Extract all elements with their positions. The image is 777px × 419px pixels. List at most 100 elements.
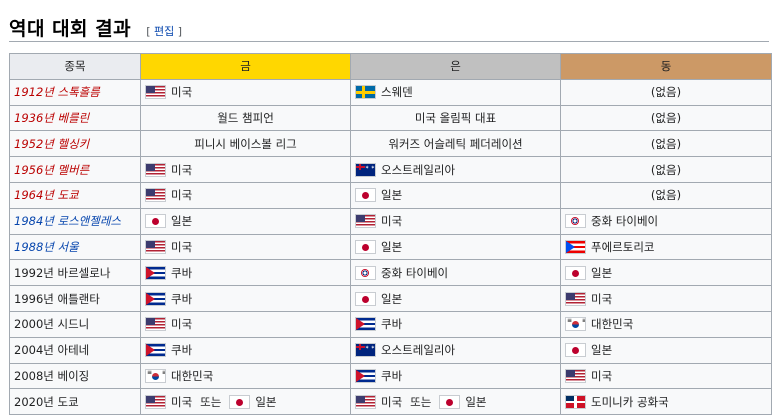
result-text: 워커즈 어슬레틱 페더레이션	[388, 136, 523, 151]
country-link[interactable]: 쿠바	[381, 369, 402, 383]
country-link[interactable]: 일본	[171, 214, 192, 228]
silver-cell: 중화 타이베이	[350, 259, 561, 287]
table-row: 1952년 헬싱키 피니시 베이스볼 리그 워커즈 어슬레틱 페더레이션 (없음)	[9, 130, 772, 158]
country-link[interactable]: 미국	[171, 395, 192, 409]
cuba-flag-icon	[145, 265, 166, 280]
bronze-cell: 대한민국	[560, 310, 772, 338]
bronze-cell: (없음)	[560, 104, 772, 132]
australia-flag-icon	[355, 343, 376, 358]
country-link[interactable]: 대한민국	[591, 317, 633, 331]
column-header-bronze[interactable]: 동	[560, 53, 772, 80]
gold-cell: 미국 또는 일본	[140, 388, 351, 416]
bronze-cell: (없음)	[560, 78, 772, 106]
event-cell: 1956년 멜버른	[9, 156, 141, 183]
event-cell: 2020년 도쿄	[9, 388, 141, 416]
country-link[interactable]: 푸에르토리코	[591, 240, 654, 254]
country-link[interactable]: 미국	[381, 214, 402, 228]
usa-flag-icon	[145, 188, 166, 203]
column-header-silver[interactable]: 은	[350, 53, 561, 80]
event-text: 2000년 시드니	[14, 317, 90, 332]
silver-cell: 미국	[350, 207, 561, 235]
event-cell: 2008년 베이징	[9, 362, 141, 390]
silver-cell: 쿠바	[350, 362, 561, 390]
usa-flag-icon	[565, 291, 586, 306]
country-link[interactable]: 일본	[591, 266, 612, 280]
silver-cell: 일본	[350, 233, 561, 261]
silver-cell: 오스트레일리아	[350, 156, 561, 183]
silver-cell: 일본	[350, 181, 561, 209]
event-cell: 2000년 시드니	[9, 310, 141, 338]
country-link[interactable]: 미국	[591, 292, 612, 306]
event-link[interactable]: 1952년 헬싱키	[14, 137, 89, 151]
column-header-gold[interactable]: 금	[140, 53, 351, 80]
country-link[interactable]: 미국	[171, 317, 192, 331]
silver-cell: 스웨덴	[350, 78, 561, 106]
country-link[interactable]: 미국	[171, 85, 192, 99]
country-link[interactable]: 도미니카 공화국	[591, 395, 669, 409]
event-cell: 1952년 헬싱키	[9, 130, 141, 158]
event-link[interactable]: 1936년 베를린	[14, 111, 89, 125]
silver-cell: 워커즈 어슬레틱 페더레이션	[350, 130, 561, 158]
country-link[interactable]: 일본	[465, 395, 486, 409]
event-cell: 2004년 아테네	[9, 336, 141, 364]
event-link[interactable]: 1984년 로스앤젤레스	[14, 214, 121, 228]
country-link[interactable]: 쿠바	[171, 266, 192, 280]
event-text: 2008년 베이징	[14, 368, 90, 383]
japan-flag-icon	[355, 239, 376, 254]
usa-flag-icon	[565, 368, 586, 383]
bronze-cell: (없음)	[560, 156, 772, 183]
country-link[interactable]: 오스트레일리아	[381, 343, 455, 357]
country-link[interactable]: 일본	[591, 343, 612, 357]
usa-flag-icon	[145, 317, 166, 332]
event-cell: 1936년 베를린	[9, 104, 141, 132]
country-link[interactable]: 대한민국	[171, 369, 213, 383]
event-link[interactable]: 1956년 멜버른	[14, 163, 89, 177]
table-row: 2020년 도쿄 미국 또는 일본 미국 또는 일본 도미니카 공화국	[9, 388, 772, 416]
event-link[interactable]: 1988년 서울	[14, 240, 79, 254]
country-link[interactable]: 중화 타이베이	[381, 266, 448, 280]
country-link[interactable]: 쿠바	[381, 317, 402, 331]
country-link[interactable]: 미국	[171, 188, 192, 202]
korea-flag-icon	[565, 317, 586, 332]
column-header-event[interactable]: 종목	[9, 53, 141, 80]
gold-cell: 쿠바	[140, 336, 351, 364]
gold-cell: 미국	[140, 233, 351, 261]
section-heading: 역대 대회 결과 [ 편집 ]	[9, 14, 769, 42]
event-link[interactable]: 1912년 스톡홀름	[14, 85, 100, 99]
bronze-cell: 중화 타이베이	[560, 207, 772, 235]
event-text: 1996년 애틀랜타	[14, 291, 100, 306]
result-text: (없음)	[650, 136, 682, 151]
edit-link[interactable]: 편집	[154, 25, 174, 38]
result-text: 미국 올림픽 대표	[414, 110, 497, 125]
country-link[interactable]: 중화 타이베이	[591, 214, 658, 228]
japan-flag-icon	[145, 214, 166, 229]
cuba-flag-icon	[145, 291, 166, 306]
japan-flag-icon	[355, 188, 376, 203]
cuba-flag-icon	[145, 343, 166, 358]
gold-cell: 쿠바	[140, 259, 351, 287]
country-link[interactable]: 일본	[255, 395, 276, 409]
country-link[interactable]: 미국	[381, 395, 402, 409]
bronze-cell: 푸에르토리코	[560, 233, 772, 261]
event-cell: 1996년 애틀랜타	[9, 285, 141, 312]
country-link[interactable]: 일본	[381, 188, 402, 202]
country-link[interactable]: 일본	[381, 292, 402, 306]
cuba-flag-icon	[355, 317, 376, 332]
country-link[interactable]: 미국	[171, 240, 192, 254]
country-link[interactable]: 쿠바	[171, 292, 192, 306]
table-header-row: 종목 금 은 동	[9, 53, 772, 80]
country-link[interactable]: 일본	[381, 240, 402, 254]
event-cell: 1984년 로스앤젤레스	[9, 207, 141, 235]
event-link[interactable]: 1964년 도쿄	[14, 188, 79, 202]
bronze-cell: 미국	[560, 285, 772, 312]
gold-cell: 피니시 베이스볼 리그	[140, 130, 351, 158]
silver-cell: 오스트레일리아	[350, 336, 561, 364]
usa-flag-icon	[355, 394, 376, 409]
country-link[interactable]: 미국	[171, 163, 192, 177]
edit-bracket-close: ]	[177, 25, 183, 38]
section-title: 역대 대회 결과	[9, 18, 132, 40]
country-link[interactable]: 스웨덴	[381, 85, 413, 99]
country-link[interactable]: 오스트레일리아	[381, 163, 455, 177]
country-link[interactable]: 쿠바	[171, 343, 192, 357]
country-link[interactable]: 미국	[591, 369, 612, 383]
